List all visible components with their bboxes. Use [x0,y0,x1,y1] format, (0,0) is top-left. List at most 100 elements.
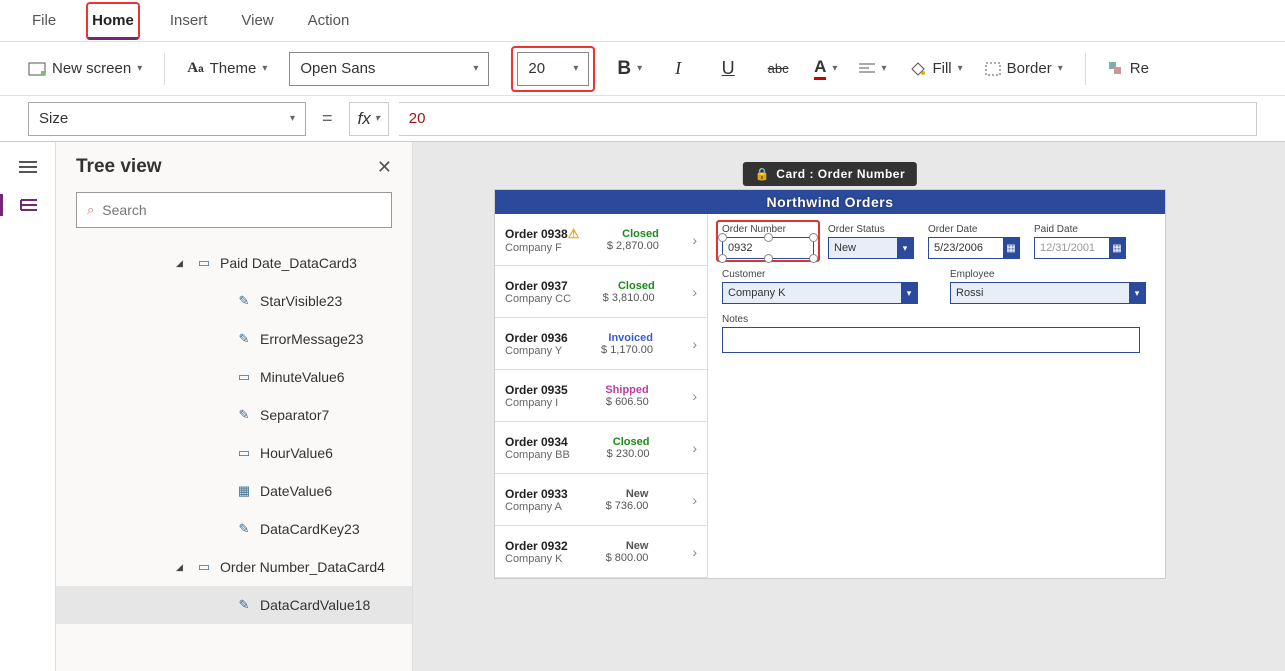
order-date-input[interactable]: 5/23/2006▦ [928,237,1020,259]
underline-button[interactable]: U [714,55,742,83]
node-label: Paid Date_DataCard3 [220,255,357,271]
order-status: Invoiced [601,332,653,344]
theme-icon: Aa [187,60,203,77]
property-value: Size [39,110,68,127]
employee-select[interactable]: Rossi▾ [950,282,1146,304]
font-select[interactable]: Open Sans ▾ [289,52,489,86]
tree-node[interactable]: ✎ErrorMessage23 [56,320,412,358]
separator [1085,53,1086,85]
order-row[interactable]: Order 0936Company YInvoiced$ 1,170.00› [495,318,707,370]
chevron-down-icon: ▾ [958,63,963,74]
chevron-down-icon: ▾ [473,63,478,74]
tree-node[interactable]: ✎DataCardKey23 [56,510,412,548]
treeview-icon[interactable] [0,194,56,216]
screen-icon [28,62,46,76]
node-label: Order Number_DataCard4 [220,559,385,575]
formula-input[interactable] [399,102,1257,136]
app-title: Northwind Orders [766,194,893,210]
node-icon: ✎ [236,407,252,423]
node-label: StarVisible23 [260,293,342,309]
tree-node[interactable]: ▦DateValue6 [56,472,412,510]
strikethrough-button[interactable]: abc [764,55,792,83]
border-label: Border [1007,60,1052,77]
paid-date-value: 12/31/2001 [1040,242,1095,254]
tree-node[interactable]: ◢ ▭ Order Number_DataCard4 [56,548,412,586]
tree-node[interactable]: ▭HourValue6 [56,434,412,472]
order-row[interactable]: Order 0933Company ANew$ 736.00› [495,474,707,526]
new-screen-button[interactable]: New screen ▾ [28,60,142,77]
tree-node[interactable]: ✎StarVisible23 [56,282,412,320]
order-row[interactable]: Order 0937Company CCClosed$ 3,810.00› [495,266,707,318]
app-preview: 🔒 Card : Order Number Northwind Orders O… [495,190,1165,578]
tab-view[interactable]: View [237,4,277,37]
tab-insert[interactable]: Insert [166,4,212,37]
search-input[interactable] [102,202,381,218]
italic-button[interactable]: I [664,55,692,83]
node-icon: ▭ [236,369,252,385]
selection-badge: 🔒 Card : Order Number [743,162,917,186]
order-id: Order 0933 [505,487,568,501]
tree-node[interactable]: ✎Separator7 [56,396,412,434]
close-icon[interactable]: ✕ [377,157,392,178]
property-select[interactable]: Size ▾ [28,102,306,136]
node-label: ErrorMessage23 [260,331,364,347]
order-company: Company BB [505,449,570,461]
paid-date-input[interactable]: 12/31/2001▦ [1034,237,1126,259]
fontsize-select[interactable]: 20 ▾ [517,52,589,86]
selection-handles [723,238,813,258]
align-button[interactable]: ▾ [859,62,886,76]
selection-badge-label: Card : Order Number [776,167,905,181]
fill-button[interactable]: Fill ▾ [908,60,962,77]
customer-select[interactable]: Company K▾ [722,282,918,304]
reorder-button[interactable]: Re [1108,60,1149,77]
node-icon: ▦ [236,483,252,499]
tree-node[interactable]: ▭MinuteValue6 [56,358,412,396]
order-row[interactable]: Order 0935Company IShipped$ 606.50› [495,370,707,422]
tab-home[interactable]: Home [86,2,140,40]
new-screen-label: New screen [52,60,131,77]
node-label: HourValue6 [260,445,333,461]
order-status: Closed [607,436,650,448]
theme-button[interactable]: Aa Theme ▾ [187,60,267,77]
field-label: Notes [722,314,1151,325]
align-icon [859,62,875,76]
search-box[interactable]: ⌕ [76,192,392,228]
order-company: Company CC [505,293,571,305]
field-label: Order Status [828,224,914,235]
fill-label: Fill [932,60,951,77]
fontcolor-button[interactable]: A▾ [814,57,837,80]
reorder-label: Re [1130,60,1149,77]
notes-input[interactable] [722,327,1140,353]
search-icon: ⌕ [87,202,94,218]
tab-file[interactable]: File [28,4,60,37]
order-row[interactable]: Order 0932Company KNew$ 800.00› [495,526,707,578]
bold-button[interactable]: B▾ [617,58,642,80]
fx-button[interactable]: fx ▾ [349,102,389,136]
hamburger-icon[interactable] [17,156,39,178]
order-row[interactable]: Order 0938⚠Company FClosed$ 2,870.00› [495,214,707,266]
order-amount: $ 230.00 [607,448,650,460]
tree-node[interactable]: ◢▭Paid Date_DataCard3 [56,244,412,282]
order-row[interactable]: Order 0934Company BBClosed$ 230.00› [495,422,707,474]
chevron-right-icon: › [686,492,697,508]
order-company: Company I [505,397,568,409]
order-status-select[interactable]: New▾ [828,237,914,259]
node-icon: ✎ [236,597,252,613]
node-icon: ▭ [196,559,212,575]
order-company: Company F [505,242,579,254]
order-id: Order 0937 [505,279,571,293]
chevron-right-icon: › [686,284,697,300]
order-amount: $ 606.50 [605,396,648,408]
tree-title: Tree view [76,156,162,178]
order-amount: $ 736.00 [606,500,649,512]
chevron-down-icon: ▾ [262,63,267,74]
chevron-down-icon: ▾ [832,63,837,74]
order-number-input[interactable]: 0932 [722,237,814,259]
lock-icon: 🔒 [755,167,770,181]
tree-node[interactable]: ✎DataCardValue18 [56,586,412,624]
chevron-down-icon: ▾ [881,63,886,74]
order-status: New [606,540,649,552]
tab-action[interactable]: Action [304,4,354,37]
border-button[interactable]: Border ▾ [985,60,1063,77]
expander-icon: ◢ [176,562,188,573]
